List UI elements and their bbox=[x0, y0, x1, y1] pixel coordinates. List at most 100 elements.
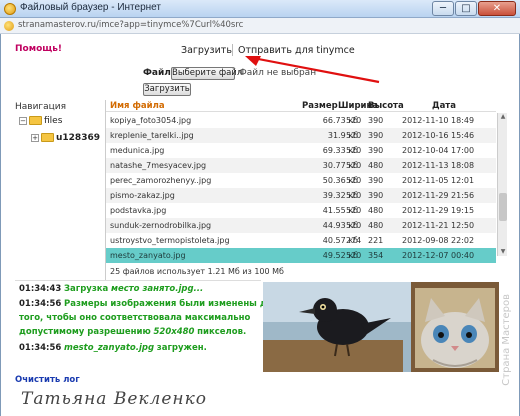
file-row[interactable]: medunica.jpg 69.33 кб 520 390 2012-10-04 17:… bbox=[106, 143, 496, 158]
header-height[interactable]: Высота bbox=[368, 101, 404, 111]
folder-icon bbox=[29, 116, 42, 125]
file-name: pismo-zakaz.jpg bbox=[110, 191, 175, 200]
file-row[interactable]: ustroystvo_termopistoleta.jpg 40.57 кб 274… bbox=[106, 233, 496, 248]
tree-node-user[interactable]: + u128369 bbox=[31, 133, 100, 143]
close-button[interactable]: ✕ bbox=[478, 1, 516, 16]
file-date: 2012-11-05 12:01 bbox=[402, 176, 475, 185]
no-file-text: Файл не выбран bbox=[239, 68, 317, 78]
log-filename: место занято.jpg... bbox=[111, 284, 204, 294]
expand-icon[interactable]: + bbox=[31, 133, 39, 142]
log-text: загружен. bbox=[156, 343, 207, 353]
header-name[interactable]: Имя файла bbox=[110, 101, 165, 111]
file-date: 2012-10-04 17:00 bbox=[402, 146, 475, 155]
file-name: kopiya_foto3054.jpg bbox=[110, 116, 192, 125]
collapse-icon[interactable]: − bbox=[19, 116, 27, 125]
file-browser-frame: Помощь! Загрузить Отправить для tinymce … bbox=[0, 34, 520, 416]
help-link[interactable]: Помощь! bbox=[15, 44, 62, 54]
file-date: 2012-11-29 21:56 bbox=[402, 191, 475, 200]
log-text: Размеры изображения были изменены для bbox=[64, 299, 279, 309]
image-preview bbox=[263, 282, 499, 372]
file-height: 390 bbox=[368, 146, 384, 155]
file-row[interactable]: kreplenie_tarelki..jpg 31.9 кб 520 390 2012-… bbox=[106, 128, 496, 143]
file-date: 2012-11-10 18:49 bbox=[402, 116, 475, 125]
navigation-panel: Навигация − files + u128369 bbox=[15, 102, 105, 280]
log-text: пикселов. bbox=[197, 327, 247, 337]
file-list-header: Имя файла Размер Ширина Высота Дата bbox=[106, 100, 496, 112]
file-row[interactable]: podstavka.jpg 41.55 кб 520 480 2012-11-29 19… bbox=[106, 203, 496, 218]
file-row[interactable]: kopiya_foto3054.jpg 66.73 кб 520 390 2012-11… bbox=[106, 113, 496, 128]
navigation-title: Навигация bbox=[15, 102, 67, 112]
file-date: 2012-11-21 12:50 bbox=[402, 221, 475, 230]
file-date: 2012-11-29 19:15 bbox=[402, 206, 475, 215]
file-height: 221 bbox=[368, 236, 384, 245]
log-time: 01:34:56 bbox=[19, 343, 62, 353]
file-width: 520 bbox=[346, 176, 362, 185]
tree-node-files[interactable]: − files bbox=[19, 116, 62, 126]
file-height: 480 bbox=[368, 206, 384, 215]
window-title: Файловый браузер - Интернет bbox=[20, 2, 161, 13]
file-name: sunduk-zernodrobilka.jpg bbox=[110, 221, 212, 230]
tab-upload[interactable]: Загрузить bbox=[181, 45, 232, 56]
log-filename: mesto_zanyato.jpg bbox=[64, 343, 155, 353]
clear-log-link[interactable]: Очистить лог bbox=[15, 375, 80, 385]
file-date: 2012-10-16 15:46 bbox=[402, 131, 475, 140]
scroll-thumb[interactable] bbox=[499, 193, 507, 221]
maximize-button[interactable]: □ bbox=[455, 1, 477, 16]
tree-label-user[interactable]: u128369 bbox=[56, 133, 100, 143]
file-height: 390 bbox=[368, 191, 384, 200]
file-date: 2012-12-07 00:40 bbox=[402, 251, 475, 260]
file-width: 520 bbox=[346, 191, 362, 200]
browser-icon bbox=[4, 3, 16, 15]
site-icon bbox=[4, 21, 14, 31]
folder-icon bbox=[41, 133, 54, 142]
file-row[interactable]: pismo-zakaz.jpg 39.32 кб 520 390 2012-11-29 … bbox=[106, 188, 496, 203]
file-name: medunica.jpg bbox=[110, 146, 165, 155]
minimize-button[interactable]: ─ bbox=[432, 1, 454, 16]
file-row[interactable]: mesto_zanyato.jpg 49.52 кб 520 354 2012-12-0… bbox=[106, 248, 496, 263]
upload-button[interactable]: Загрузить bbox=[143, 83, 191, 96]
address-url[interactable]: stranamasterov.ru/imce?app=tinymce%7Curl… bbox=[18, 20, 243, 30]
log-time: 01:34:43 bbox=[19, 284, 62, 294]
file-name: podstavka.jpg bbox=[110, 206, 167, 215]
tab-separator bbox=[232, 44, 233, 56]
scroll-up-icon[interactable]: ▲ bbox=[499, 113, 507, 121]
log-text: Загрузка bbox=[64, 284, 109, 294]
file-width: 520 bbox=[346, 221, 362, 230]
file-name: natashe_7mesyacev.jpg bbox=[110, 161, 207, 170]
choose-file-button[interactable]: Выберите файл bbox=[171, 67, 242, 80]
log-time: 01:34:56 bbox=[19, 299, 62, 309]
address-bar[interactable]: stranamasterov.ru/imce?app=tinymce%7Curl… bbox=[0, 18, 520, 34]
file-width: 520 bbox=[346, 161, 362, 170]
file-height: 480 bbox=[368, 161, 384, 170]
file-list: Имя файла Размер Ширина Высота Дата kopi… bbox=[105, 100, 507, 280]
site-watermark: Страна Мастеров bbox=[501, 294, 512, 386]
file-name: perec_zamorozhenyy..jpg bbox=[110, 176, 212, 185]
log-text: допустимому разрешению bbox=[19, 327, 151, 337]
tree-label-files[interactable]: files bbox=[44, 116, 62, 126]
header-date[interactable]: Дата bbox=[432, 101, 456, 111]
window-titlebar: Файловый браузер - Интернет ─ □ ✕ bbox=[0, 0, 520, 18]
file-date: 2012-09-08 22:02 bbox=[402, 236, 475, 245]
message-log: 01:34:43 Загрузка место занято.jpg... 01… bbox=[15, 280, 278, 370]
file-width: 520 bbox=[346, 206, 362, 215]
file-width: 520 bbox=[346, 131, 362, 140]
file-name: kreplenie_tarelki..jpg bbox=[110, 131, 194, 140]
file-name: ustroystvo_termopistoleta.jpg bbox=[110, 236, 230, 245]
file-row[interactable]: sunduk-zernodrobilka.jpg 44.93 кб 520 480 20… bbox=[106, 218, 496, 233]
file-row[interactable]: natashe_7mesyacev.jpg 30.77 кб 520 480 2012-… bbox=[106, 158, 496, 173]
file-height: 390 bbox=[368, 176, 384, 185]
log-resolution: 520x480 bbox=[153, 327, 195, 337]
log-text: того, чтобы оно соответствовала максимал… bbox=[19, 313, 251, 323]
file-height: 480 bbox=[368, 221, 384, 230]
vertical-scrollbar[interactable]: ▲ ▼ bbox=[497, 113, 507, 256]
file-name: mesto_zanyato.jpg bbox=[110, 251, 186, 260]
file-label: Файл: bbox=[143, 68, 175, 78]
scroll-down-icon[interactable]: ▼ bbox=[499, 248, 507, 256]
file-width: 274 bbox=[346, 236, 362, 245]
file-height: 390 bbox=[368, 116, 384, 125]
file-width: 520 bbox=[346, 146, 362, 155]
header-size[interactable]: Размер bbox=[302, 101, 338, 111]
file-row[interactable]: perec_zamorozhenyy..jpg 50.36 кб 520 390 201… bbox=[106, 173, 496, 188]
file-height: 354 bbox=[368, 251, 384, 260]
author-signature: Татьяна Векленко bbox=[21, 389, 208, 409]
